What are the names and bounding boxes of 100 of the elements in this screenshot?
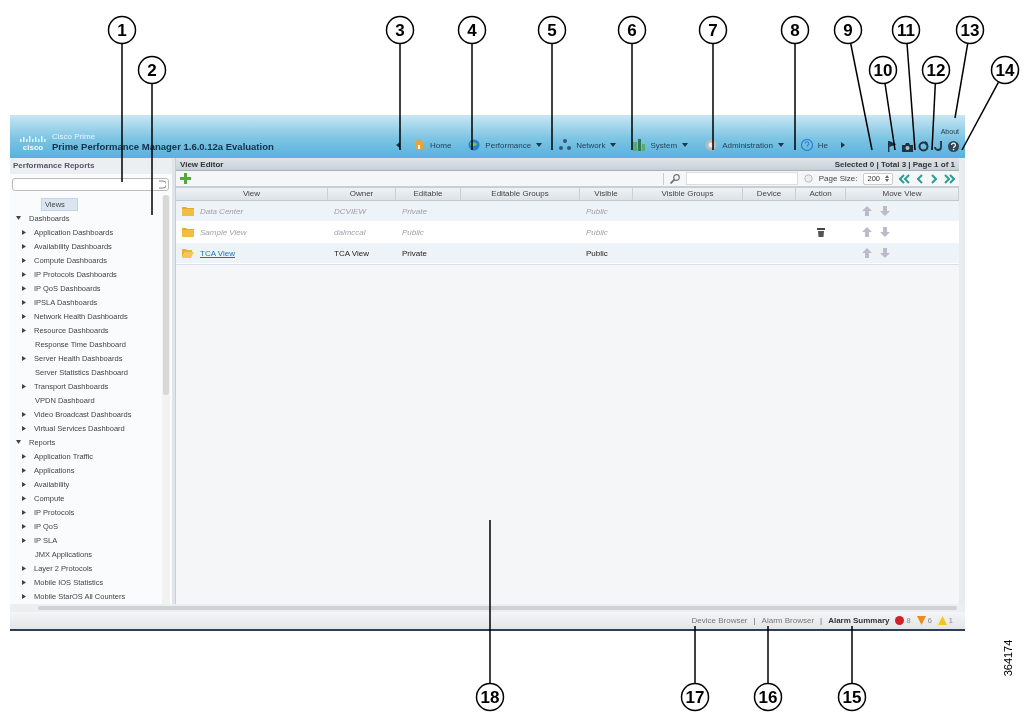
- globe-icon: [468, 139, 481, 151]
- flag-icon[interactable]: [887, 141, 897, 152]
- editor-title: View Editor: [180, 159, 224, 169]
- caret-icon: [536, 143, 543, 147]
- expanded-arrow-icon[interactable]: [16, 440, 21, 444]
- collapsed-arrow-icon[interactable]: [22, 593, 26, 599]
- collapsed-arrow-icon[interactable]: [22, 271, 26, 277]
- network-icon: [559, 139, 572, 151]
- collapsed-arrow-icon[interactable]: [22, 537, 26, 543]
- logo-icon: [20, 136, 46, 143]
- table-cell: DCVIEW: [334, 206, 366, 216]
- headset-icon[interactable]: [934, 141, 943, 152]
- column-header[interactable]: Editable Groups: [461, 188, 580, 200]
- leader-line: [851, 625, 853, 684]
- callout-number: 9: [833, 15, 863, 45]
- column-header[interactable]: Action: [796, 188, 846, 200]
- collapsed-arrow-icon[interactable]: [22, 229, 26, 235]
- status-link[interactable]: Alarm Summary: [828, 616, 890, 625]
- table-cell: Public: [586, 206, 608, 216]
- last-page-icon[interactable]: [943, 173, 955, 184]
- figure-number: 364174: [1002, 639, 1015, 677]
- table-row[interactable]: TCA View TCA View Private Public: [176, 243, 959, 264]
- table-cell: Public: [586, 227, 608, 237]
- collapsed-arrow-icon[interactable]: [22, 257, 26, 263]
- add-icon[interactable]: [180, 173, 191, 184]
- table-cell: Public: [586, 248, 608, 258]
- previous-page-icon[interactable]: [917, 173, 924, 184]
- nav-menu-item[interactable]: He: [796, 139, 833, 151]
- table-cell: dalmccal: [334, 227, 366, 237]
- table-cell: Public: [402, 227, 424, 237]
- column-header[interactable]: Visible: [580, 188, 633, 200]
- scroll-left-icon[interactable]: [396, 142, 400, 148]
- leader-line: [767, 625, 769, 684]
- gear-icon: [705, 139, 718, 151]
- callout-number: 11: [891, 15, 921, 45]
- scrollbar[interactable]: [162, 195, 170, 604]
- collapsed-arrow-icon[interactable]: [22, 453, 26, 459]
- callout-number: 12: [921, 55, 951, 85]
- leader-line: [931, 83, 937, 151]
- status-link[interactable]: Device Browser: [691, 616, 748, 625]
- collapsed-arrow-icon[interactable]: [22, 523, 26, 529]
- collapsed-arrow-icon[interactable]: [22, 355, 26, 361]
- callout-number: 10: [868, 55, 898, 85]
- collapsed-arrow-icon[interactable]: [22, 579, 26, 585]
- refresh-icon[interactable]: [918, 141, 929, 152]
- column-header[interactable]: Visible Groups: [633, 188, 743, 200]
- nav-menu-item[interactable]: Performance: [464, 139, 547, 151]
- collapsed-arrow-icon[interactable]: [22, 299, 26, 305]
- collapsed-arrow-icon[interactable]: [22, 509, 26, 515]
- table-cell: Data Center: [200, 206, 244, 216]
- nav-menu-item[interactable]: Home: [409, 139, 456, 151]
- callout-number: 16: [753, 682, 783, 712]
- building-icon: [633, 139, 646, 151]
- status-link[interactable]: Alarm Browser: [761, 616, 815, 625]
- search-field[interactable]: [12, 178, 169, 191]
- table-cell: Private: [402, 206, 427, 216]
- column-header[interactable]: View: [176, 188, 328, 200]
- clear-icon[interactable]: [159, 180, 166, 189]
- view-link[interactable]: TCA View: [200, 248, 235, 258]
- nav-menu-item[interactable]: System: [629, 139, 693, 151]
- collapsed-arrow-icon[interactable]: [22, 411, 26, 417]
- spinner-icon[interactable]: [885, 175, 889, 182]
- collapsed-arrow-icon[interactable]: [22, 565, 26, 571]
- table-cell: Private: [402, 248, 427, 258]
- collapsed-arrow-icon[interactable]: [22, 313, 26, 319]
- home-icon: [413, 139, 425, 151]
- nav-menu-item[interactable]: Network: [555, 139, 621, 151]
- callout-number: 13: [955, 15, 985, 45]
- column-header[interactable]: Editable: [396, 188, 461, 200]
- callout-number: 14: [990, 55, 1020, 85]
- separator: |: [820, 616, 823, 625]
- collapsed-arrow-icon[interactable]: [22, 285, 26, 291]
- expanded-arrow-icon[interactable]: [16, 216, 21, 220]
- scroll-right-icon[interactable]: [841, 142, 846, 148]
- page-size-label: Page Size:: [818, 174, 858, 183]
- collapsed-arrow-icon[interactable]: [22, 425, 26, 431]
- column-header[interactable]: Device: [743, 188, 796, 200]
- critical-alarm-icon[interactable]: [895, 616, 905, 625]
- help-icon: [800, 139, 813, 151]
- callout-number: 6: [617, 15, 647, 45]
- camera-icon[interactable]: [902, 141, 913, 152]
- product-line: Cisco Prime: [52, 132, 97, 141]
- first-page-icon[interactable]: [899, 173, 911, 184]
- collapsed-arrow-icon[interactable]: [22, 327, 26, 333]
- collapsed-arrow-icon[interactable]: [22, 481, 26, 487]
- column-header[interactable]: Owner: [328, 188, 396, 200]
- selection-summary: Selected 0 | Total 3 | Page 1 of 1: [834, 159, 955, 169]
- callout-number: 3: [385, 15, 415, 45]
- nav-menu-item[interactable]: Administration: [701, 139, 788, 151]
- next-page-icon[interactable]: [930, 173, 937, 184]
- collapsed-arrow-icon[interactable]: [22, 243, 26, 249]
- collapsed-arrow-icon[interactable]: [22, 467, 26, 473]
- table-cell: TCA View: [334, 248, 369, 258]
- logo-text: cisco: [22, 144, 44, 152]
- search-icon[interactable]: [669, 173, 680, 184]
- collapsed-arrow-icon[interactable]: [22, 495, 26, 501]
- collapsed-arrow-icon[interactable]: [22, 383, 26, 389]
- filter-field[interactable]: [685, 172, 798, 185]
- help-icon[interactable]: [948, 141, 959, 152]
- callout-number: 4: [457, 15, 487, 45]
